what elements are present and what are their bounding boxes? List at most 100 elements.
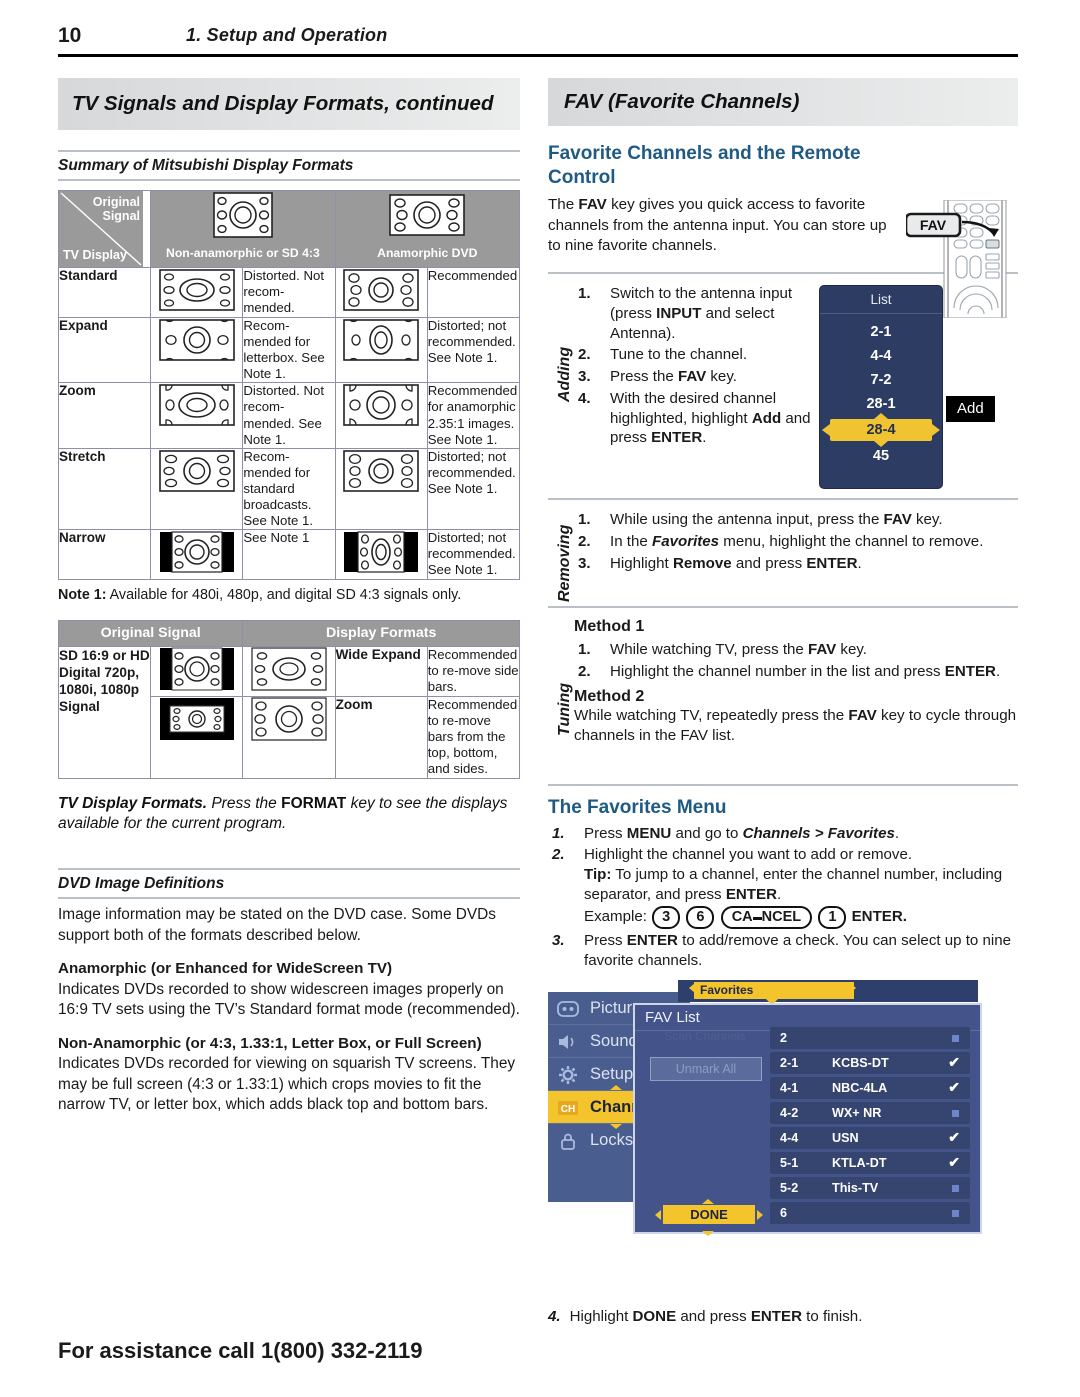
page-number: 10 [58, 24, 82, 47]
format-name: Wide Expand [334, 646, 428, 698]
step-number: 1. [578, 511, 591, 528]
row-desc-b: Recommended [426, 267, 521, 318]
nonanamorphic-heading: Non-Anamorphic (or 4:3, 1.33:1, Letter B… [58, 1034, 482, 1052]
checkmark-icon[interactable]: ✔ [948, 1079, 960, 1096]
arrow-right-icon [850, 983, 856, 994]
step1-b: and go to [675, 824, 739, 842]
row-desc-a: See Note 1 [242, 529, 336, 581]
step1-a: Press [584, 824, 623, 842]
col-header-nonanamorphic: Non-anamorphic or SD 4:3 [150, 190, 336, 268]
step-number: 4. [548, 1308, 561, 1325]
list-item[interactable]: 4-2 WX+ NR [770, 1102, 970, 1125]
list-item: 4. With the desired channel highlighted, … [578, 389, 811, 447]
checkmark-icon[interactable]: ✔ [948, 1054, 960, 1071]
fav-list-osd: List 2-1 4-4 7-2 28-1 28-4 45 [820, 286, 942, 488]
checkmark-icon[interactable]: ✔ [948, 1129, 960, 1146]
table-row: SD 16:9 or HD Digital 720p, 1080i, 1080p… [57, 646, 521, 779]
sidebar-item-label: Locks [590, 1131, 634, 1150]
row-image-a [150, 316, 244, 384]
osd-channel[interactable]: 28-1 [820, 392, 942, 413]
final-step: 4. Highlight DONE and press ENTER to fini… [548, 1308, 863, 1325]
lock-icon [557, 1130, 579, 1151]
gear-icon [557, 1064, 579, 1085]
manual-page: 10 1. Setup and Operation TV Signals and… [0, 0, 1080, 1397]
list-item: 2. Highlight the channel you want to add… [548, 845, 1018, 929]
list-item[interactable]: 5-2 This-TV [770, 1177, 970, 1200]
osd-channel[interactable]: 2-1 [820, 320, 942, 344]
osd-channel-below[interactable]: 45 [820, 447, 942, 468]
favorites-menu-screenshot: Picture Sound Setup CH Channels Locks Fa… [548, 980, 982, 1237]
checkmark-icon[interactable]: ✔ [948, 1154, 960, 1171]
menu-path: Channels > Favorites [742, 824, 895, 842]
arrow-up-icon [610, 1085, 622, 1091]
step-number: 2. [578, 532, 591, 550]
channel-name: NBC-4LA [832, 1081, 888, 1096]
row-image-a [150, 382, 244, 449]
section-title-right: FAV (Favorite Channels) [548, 78, 1018, 126]
header-display-formats: Display Formats [242, 620, 520, 648]
list-item[interactable]: 2-1 KCBS-DT ✔ [770, 1052, 970, 1075]
list-item[interactable]: 2 [770, 1027, 970, 1050]
anamorphic-body: Indicates DVDs recorded to show widescre… [58, 980, 520, 1019]
remote-fav-callout-text: FAV [920, 217, 947, 233]
checkbox-empty-icon[interactable] [952, 1110, 959, 1118]
left-column: TV Signals and Display Formats, continue… [57, 78, 521, 1116]
checkbox-empty-icon[interactable] [952, 1185, 959, 1193]
step-number: 3. [578, 554, 591, 572]
done-button[interactable]: DONE [663, 1205, 755, 1225]
tuning-side-label: Tuning [556, 682, 573, 736]
step-number: 3. [578, 368, 591, 386]
format-key-note: TV Display Formats. Press the FORMAT key… [58, 794, 520, 835]
sidebar-item-label: Setup [590, 1065, 634, 1084]
tv-glyph-16x9 [384, 191, 470, 239]
tip-label: Tip: [584, 866, 612, 884]
format-key-note-a: Press the [211, 794, 277, 812]
method-1-title: Method 1 [574, 618, 645, 635]
picture-icon [557, 998, 579, 1018]
step-number: 1. [552, 824, 565, 842]
method-2-text: While watching TV, repeatedly press the … [574, 706, 1017, 745]
list-item[interactable]: 5-1 KTLA-DT ✔ [770, 1152, 970, 1175]
checkbox-empty-icon[interactable] [952, 1210, 959, 1218]
unmark-all-button[interactable]: Unmark All [650, 1057, 762, 1082]
row-label: Zoom [57, 382, 152, 449]
channel-number: 4-1 [780, 1081, 799, 1096]
osd-channel[interactable]: 7-2 [820, 368, 942, 392]
step2-line1: Highlight the channel you want to add or… [584, 846, 913, 864]
step-number: 1. [578, 285, 591, 302]
list-item: 1. While using the antenna input, press t… [578, 511, 943, 528]
corner-original-signal: Original Signal [92, 195, 140, 223]
note-1-label: Note 1: [58, 587, 107, 604]
step-number: 4. [578, 389, 591, 407]
osd-selected-channel[interactable]: 28-4 [830, 419, 932, 441]
subhead-dvd-image-definitions: DVD Image Definitions [58, 868, 520, 900]
list-item[interactable]: 4-1 NBC-4LA ✔ [770, 1077, 970, 1100]
signal-image [150, 646, 244, 698]
arrow-left-icon [822, 424, 830, 436]
adding-side-label: Adding [556, 346, 573, 402]
channel-number: 2-1 [780, 1056, 799, 1071]
list-item: 3. Press ENTER to add/remove a check. Yo… [552, 931, 1012, 969]
format-desc: Recommended to re-move side bars. [426, 646, 521, 698]
list-item: 3. Press the FAV key. [578, 368, 737, 386]
svg-text:CH: CH [561, 1104, 575, 1115]
arrow-right-icon [757, 1210, 763, 1221]
osd-channel[interactable]: 4-4 [820, 344, 942, 368]
signal-image [150, 696, 244, 779]
arrow-right-icon [932, 424, 940, 436]
ch-icon: CH [557, 1097, 579, 1117]
osd-title: List [820, 286, 942, 314]
arrow-left-icon [655, 1210, 661, 1221]
removing-side-label: Removing [556, 524, 573, 602]
list-item[interactable]: 4-4 USN ✔ [770, 1127, 970, 1150]
tab-favorites[interactable]: Favorites [694, 982, 854, 1000]
list-item[interactable]: 6 [770, 1202, 970, 1225]
fav-key-name: FAV [578, 196, 607, 214]
add-button[interactable]: Add [946, 396, 995, 422]
row-image-b [334, 267, 428, 318]
arrow-down-icon [702, 1231, 714, 1237]
checkbox-empty-icon[interactable] [952, 1035, 959, 1043]
divider-3 [548, 606, 1018, 608]
divider-4 [548, 784, 1018, 786]
channel-number: 4-4 [780, 1131, 799, 1146]
